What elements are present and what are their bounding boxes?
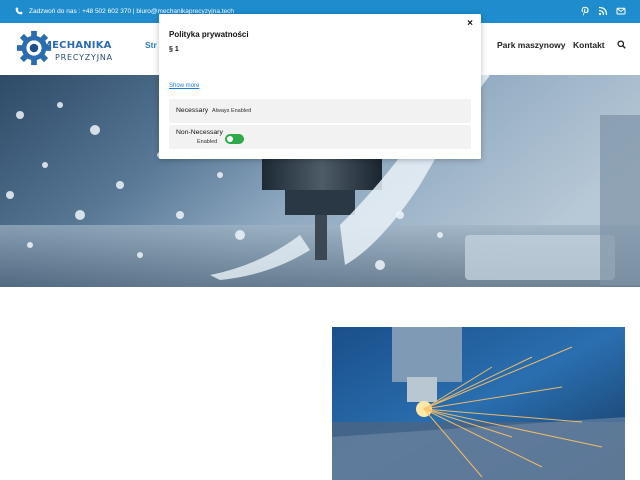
- necessary-label: Necessary: [176, 107, 209, 114]
- site-logo[interactable]: MECHANIKA PRECYZYJNA: [15, 28, 112, 70]
- privacy-modal: × Polityka prywatności § 1 Show more Nec…: [159, 14, 481, 159]
- search-icon[interactable]: [617, 40, 626, 49]
- necessary-status: Always Enabled: [212, 108, 252, 114]
- show-more-link[interactable]: Show more: [169, 83, 199, 89]
- cookie-category-necessary[interactable]: Necessary Always Enabled: [169, 99, 471, 123]
- non-necessary-label: Non-Necessary: [176, 129, 223, 136]
- cookie-category-non-necessary[interactable]: Non-Necessary Enabled: [169, 125, 471, 149]
- close-button[interactable]: ×: [463, 17, 477, 31]
- nav-item-home[interactable]: Str: [145, 40, 157, 50]
- modal-section-heading: § 1: [169, 46, 179, 53]
- nav-item-park-maszynowy[interactable]: Park maszynowy: [497, 40, 566, 50]
- laser-cutting-image: [332, 327, 625, 480]
- necessary-label-wrap: Necessary Always Enabled: [176, 107, 251, 114]
- logo-subtitle: PRECYZYJNA: [55, 53, 113, 62]
- mail-icon[interactable]: [616, 6, 626, 16]
- rss-icon[interactable]: [598, 6, 608, 16]
- phone-icon: [15, 7, 23, 15]
- logo-title: MECHANIKA: [42, 40, 112, 51]
- non-necessary-status: Enabled: [197, 139, 218, 145]
- toggle-knob: [227, 136, 233, 142]
- pinterest-icon[interactable]: [580, 6, 590, 16]
- modal-title: Polityka prywatności: [169, 30, 249, 39]
- non-necessary-toggle[interactable]: [225, 134, 244, 144]
- nav-item-kontakt[interactable]: Kontakt: [573, 40, 605, 50]
